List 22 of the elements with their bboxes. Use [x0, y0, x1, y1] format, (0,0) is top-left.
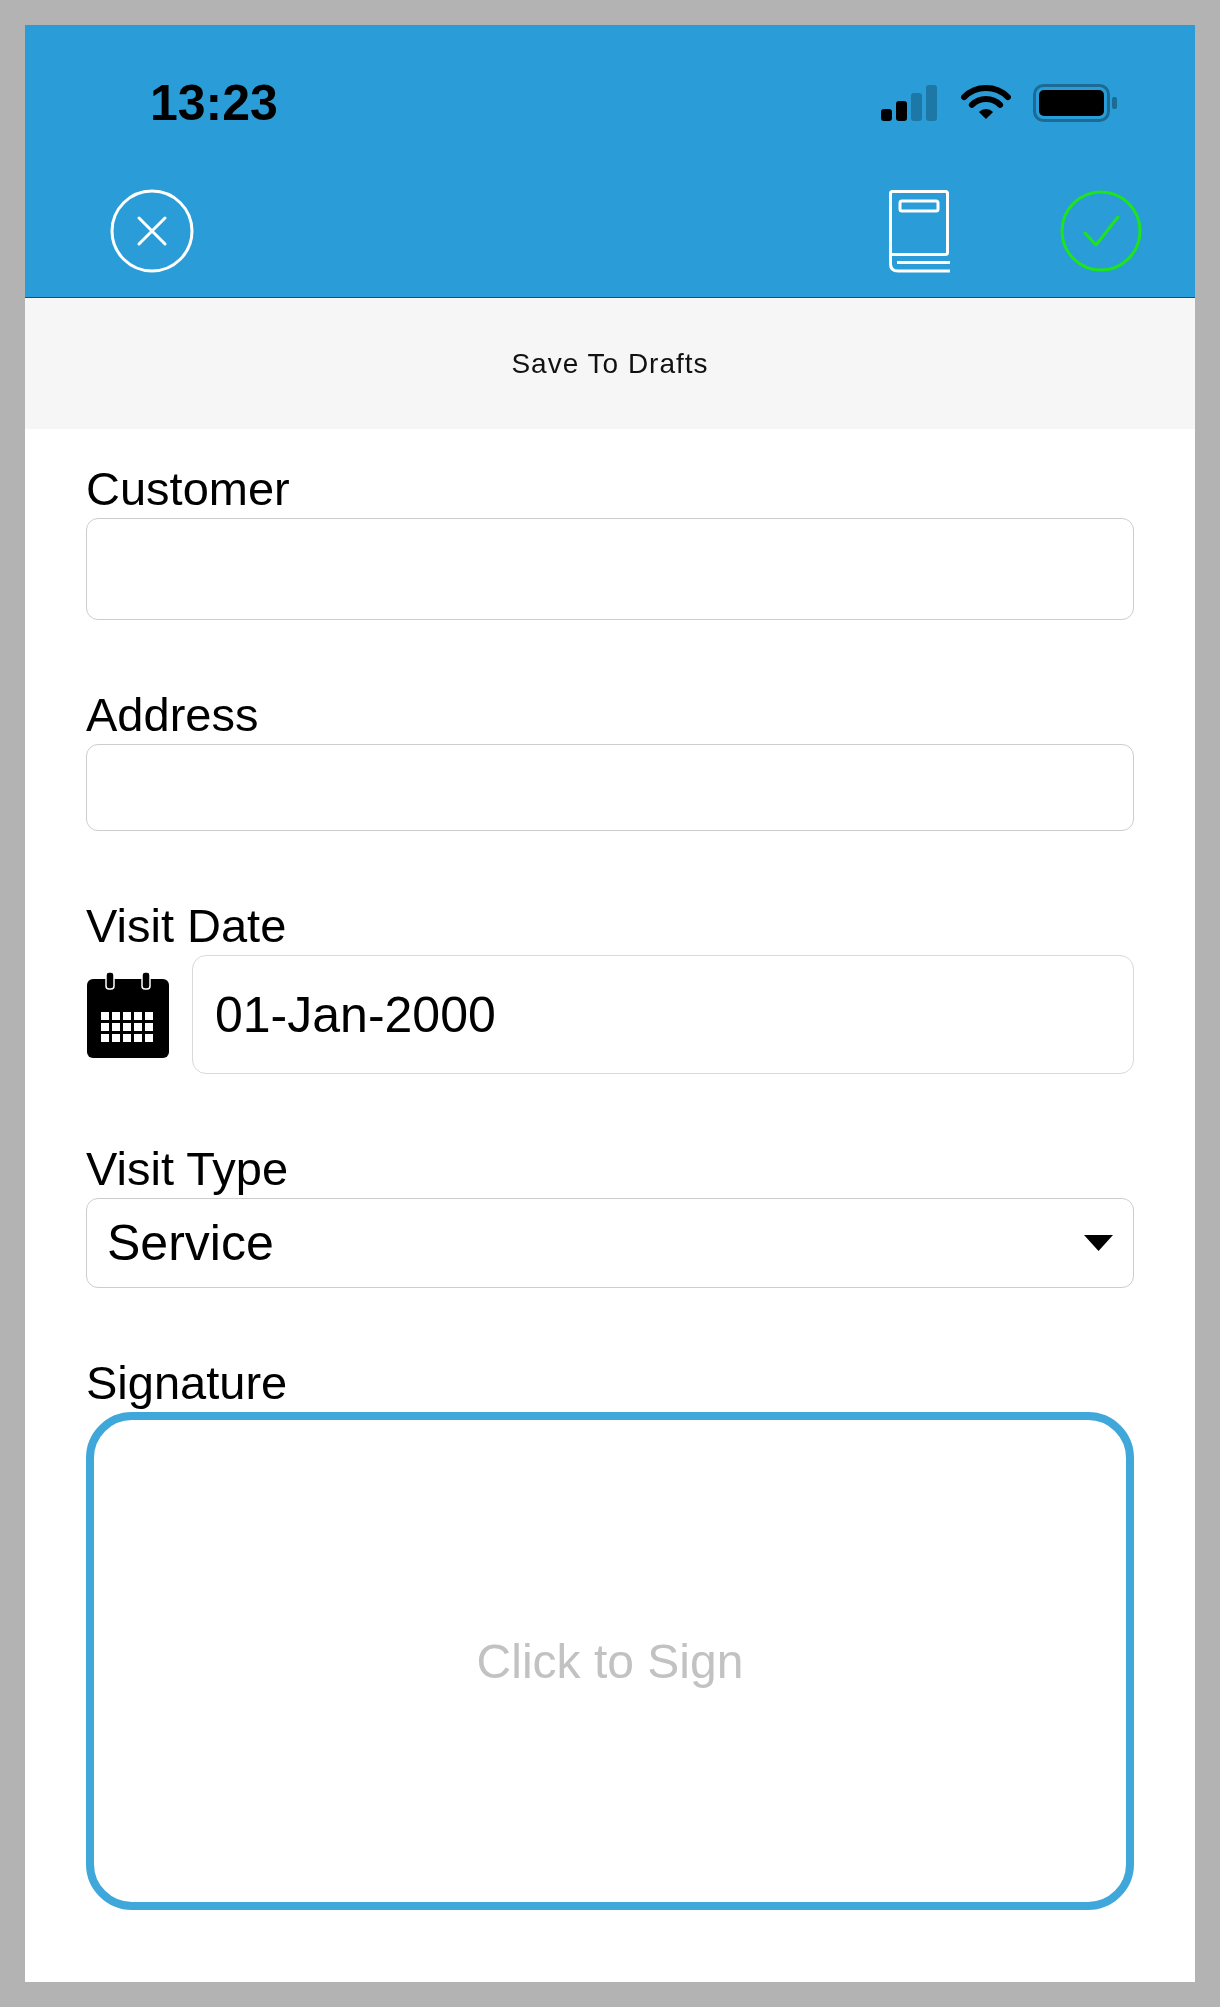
calendar-icon[interactable] — [87, 971, 169, 1058]
battery-icon — [1033, 84, 1117, 122]
field-label: Customer — [86, 461, 291, 517]
caret-icon — [1084, 1235, 1113, 1251]
check-icon — [1060, 190, 1142, 272]
status-time: 13:23 — [150, 78, 278, 128]
close-icon — [110, 189, 194, 273]
confirm-button[interactable] — [1060, 190, 1142, 272]
field-label: Signature — [86, 1355, 289, 1411]
field-label: Visit Type — [86, 1141, 290, 1197]
save-to-drafts-button[interactable]: Save To Drafts — [25, 298, 1195, 429]
signal-icon — [881, 85, 939, 121]
wifi-icon — [961, 85, 1011, 121]
input-field[interactable] — [86, 744, 1134, 831]
field-label: Visit Date — [86, 898, 288, 954]
close-button[interactable] — [110, 189, 194, 273]
input-field[interactable] — [86, 518, 1134, 620]
book-button[interactable] — [889, 189, 950, 273]
date-field[interactable]: 01-Jan-2000 — [192, 955, 1134, 1074]
field-label: Address — [86, 687, 260, 743]
dropdown[interactable]: Service — [86, 1198, 1134, 1288]
book-icon — [889, 189, 950, 273]
